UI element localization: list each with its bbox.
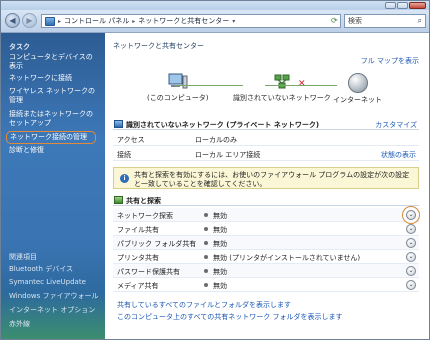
row-value: 無効 [213, 240, 227, 248]
sharing-row: パスワード保護共有 無効 ⌄ [113, 264, 419, 278]
row-label: プリンタ共有 [117, 254, 159, 262]
main-content: ネットワークと共有センター フル マップを表示 (このコンピュータ) 識別されて… [105, 33, 429, 339]
breadcrumb-separator-icon: ▸ [132, 17, 136, 25]
network-section-header: 識別されていないネットワーク (プライベート ネットワーク) カスタマイズ [113, 119, 419, 130]
window: ◀ ▶ ▸ コントロール パネル ▸ ネットワークと共有センター ▾ ⟳ 検索 … [0, 0, 430, 340]
sidebar-item-view-devices[interactable]: コンピュータとデバイスの表示 [9, 53, 99, 71]
tasks-heading: タスク [9, 43, 30, 51]
page-title: ネットワークと共有センター [113, 42, 204, 50]
network-row: 接続 ローカル エリア接続 状態の表示 [113, 147, 419, 161]
status-dot-icon [204, 255, 208, 259]
sidebar-item-bluetooth[interactable]: Bluetooth デバイス [9, 265, 99, 274]
globe-icon [347, 73, 368, 93]
row-value: ローカル エリア接続 [195, 151, 261, 159]
sharing-row: プリンタ共有 無効 (プリンタがインストールされていません) ⌄ [113, 250, 419, 264]
sharing-row: ネットワーク探索 無効 ⌄ [113, 208, 419, 222]
address-toolbar: ◀ ▶ ▸ コントロール パネル ▸ ネットワークと共有センター ▾ ⟳ 検索 … [1, 10, 429, 33]
close-button[interactable] [409, 2, 426, 9]
show-shared-files-link[interactable]: 共有しているすべてのファイルとフォルダを表示します [117, 300, 291, 310]
breadcrumb-dropdown-icon[interactable]: ▾ [232, 18, 235, 25]
back-arrow-icon: ◀ [9, 16, 16, 25]
expand-chevron-icon[interactable]: ⌄ [406, 238, 416, 248]
row-label: アクセス [117, 136, 145, 144]
row-label: パスワード保護共有 [117, 268, 180, 276]
info-icon: i [120, 174, 129, 183]
back-button[interactable]: ◀ [5, 13, 20, 28]
breadcrumb-network-center[interactable]: ネットワークと共有センター [138, 16, 229, 26]
title-bar [1, 1, 429, 10]
sidebar-item-connect[interactable]: ネットワークに接続 [9, 74, 99, 83]
network-icon [114, 120, 123, 128]
sharing-row: メディア共有 無効 ⌄ [113, 278, 419, 292]
row-label: ファイル共有 [117, 226, 159, 234]
status-dot-icon [204, 283, 208, 287]
map-node-label: インターネット [333, 96, 382, 104]
search-icon[interactable]: ⌕ [418, 16, 422, 26]
row-value: 無効 [213, 282, 227, 290]
show-shared-folders-link[interactable]: このコンピュータ上のすべての共有ネットワーク フォルダを表示します [117, 312, 342, 322]
row-label: パブリック フォルダ共有 [117, 240, 197, 248]
forward-button[interactable]: ▶ [22, 13, 37, 28]
disconnected-x-icon: ✕ [298, 79, 306, 89]
row-value: 無効 (プリンタがインストールされていません) [213, 254, 361, 262]
sharing-section-header: 共有と探索 [113, 195, 419, 206]
refresh-icon[interactable]: ⟳ [331, 16, 338, 25]
firewall-info-box: i 共有と探索を有効にするには、お使いのファイアウォール プログラムの設定が次の… [113, 167, 419, 189]
status-dot-icon [204, 269, 208, 273]
expand-chevron-icon[interactable]: ⌄ [406, 266, 416, 276]
sidebar-item-internet-options[interactable]: インターネット オプション [9, 306, 99, 315]
row-label: ネットワーク探索 [117, 212, 173, 220]
computer-icon [168, 73, 188, 91]
view-status-link[interactable]: 状態の表示 [381, 150, 416, 160]
sidebar-item-infrared[interactable]: 赤外線 [9, 320, 99, 329]
status-dot-icon [204, 241, 208, 245]
sharing-section-title: 共有と探索 [126, 197, 161, 205]
maximize-button[interactable] [397, 2, 408, 9]
minimize-button[interactable] [385, 2, 396, 9]
map-node-computer[interactable]: (このコンピュータ) [147, 73, 208, 103]
sidebar-item-manage-connections[interactable]: ネットワーク接続の管理 [6, 131, 96, 144]
expand-chevron-icon[interactable]: ⌄ [406, 224, 416, 234]
row-value: 無効 [213, 268, 227, 276]
network-map: (このコンピュータ) 識別されていないネットワーク ✕ インターネット [105, 73, 429, 113]
status-dot-icon [204, 213, 208, 217]
sharing-row: ファイル共有 無効 ⌄ [113, 222, 419, 236]
row-label: 接続 [117, 151, 131, 159]
network-row: アクセス ローカルのみ [113, 132, 419, 146]
expand-chevron-icon[interactable]: ⌄ [406, 210, 416, 220]
control-panel-icon [45, 16, 55, 26]
customize-link[interactable]: カスタマイズ [375, 120, 417, 130]
forward-arrow-icon: ▶ [26, 16, 33, 25]
map-node-label: 識別されていないネットワーク [233, 94, 331, 102]
map-node-label: (このコンピュータ) [147, 94, 209, 102]
search-input[interactable]: 検索 ⌕ [344, 14, 426, 28]
sidebar-item-diagnose[interactable]: 診断と修復 [9, 146, 99, 155]
sidebar-item-liveupdate[interactable]: Symantec LiveUpdate [9, 278, 99, 287]
related-heading: 関連項目 [9, 253, 37, 261]
full-map-link[interactable]: フル マップを表示 [361, 56, 419, 66]
row-value: ローカルのみ [195, 136, 237, 144]
task-sidebar: タスク コンピュータとデバイスの表示 ネットワークに接続 ワイヤレス ネットワー… [1, 33, 105, 339]
info-text: 共有と探索を有効にするには、お使いのファイアウォール プログラムの設定が次の設定… [134, 171, 410, 188]
sidebar-item-firewall[interactable]: Windows ファイアウォール [9, 292, 99, 301]
network-icon [272, 73, 292, 91]
window-controls [385, 2, 426, 9]
sharing-row: パブリック フォルダ共有 無効 ⌄ [113, 236, 419, 250]
breadcrumb-separator-icon: ▸ [58, 17, 62, 25]
address-box[interactable]: ▸ コントロール パネル ▸ ネットワークと共有センター ▾ [41, 14, 341, 28]
map-node-internet[interactable]: インターネット [333, 73, 382, 105]
map-node-network[interactable]: 識別されていないネットワーク [233, 73, 331, 103]
breadcrumb-control-panel[interactable]: コントロール パネル [64, 16, 129, 26]
sidebar-item-wireless[interactable]: ワイヤレス ネットワークの管理 [9, 87, 99, 105]
search-placeholder: 検索 [348, 17, 362, 25]
row-label: メディア共有 [117, 282, 159, 290]
sidebar-item-setup[interactable]: 接続またはネットワークのセットアップ [9, 110, 99, 128]
row-value: 無効 [213, 226, 227, 234]
expand-chevron-icon[interactable]: ⌄ [406, 280, 416, 290]
network-section-title: 識別されていないネットワーク (プライベート ネットワーク) [126, 121, 320, 129]
row-value: 無効 [213, 212, 227, 220]
status-dot-icon [204, 227, 208, 231]
sharing-icon [114, 196, 123, 204]
expand-chevron-icon[interactable]: ⌄ [406, 252, 416, 262]
